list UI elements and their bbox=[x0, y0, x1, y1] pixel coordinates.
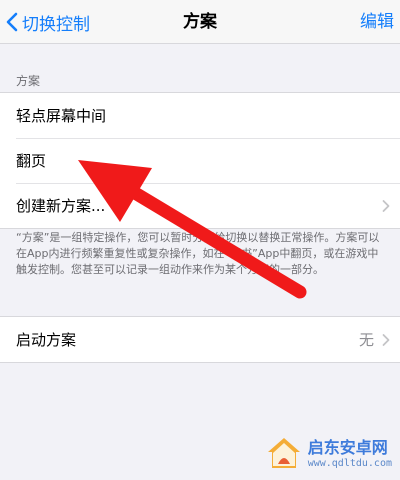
navigation-bar: 切换控制 方案 编辑 bbox=[0, 0, 400, 44]
recipes-footnote: “方案”是一组特定操作，您可以暂时分配给切换以替换正常操作。方案可以在App内进… bbox=[16, 231, 380, 276]
watermark: 启东安卓网 www.qdltdu.com bbox=[264, 434, 392, 474]
chevron-right-icon bbox=[382, 199, 390, 212]
launch-recipe-item[interactable]: 启动方案 无 bbox=[0, 317, 400, 362]
launch-recipe-group: 启动方案 无 bbox=[0, 316, 400, 363]
recipe-item-label: 创建新方案... bbox=[16, 197, 106, 215]
create-new-recipe-item[interactable]: 创建新方案... bbox=[0, 183, 400, 228]
edit-button[interactable]: 编辑 bbox=[360, 0, 394, 44]
recipes-list: 轻点屏幕中间 翻页 创建新方案... bbox=[0, 92, 400, 229]
chevron-left-icon bbox=[6, 12, 18, 32]
watermark-url: www.qdltdu.com bbox=[307, 458, 392, 469]
launch-recipe-label: 启动方案 bbox=[16, 331, 77, 349]
screen: 切换控制 方案 编辑 方案 轻点屏幕中间 翻页 创建新方案... “方案”是一组… bbox=[0, 0, 400, 480]
house-logo-icon bbox=[267, 438, 300, 468]
watermark-text: 启东安卓网 www.qdltdu.com bbox=[308, 438, 392, 470]
back-button-label: 切换控制 bbox=[22, 14, 90, 35]
recipe-item-label: 轻点屏幕中间 bbox=[16, 107, 107, 125]
section-header-recipes: 方案 bbox=[16, 74, 41, 88]
recipe-item-tap-middle[interactable]: 轻点屏幕中间 bbox=[0, 93, 400, 138]
chevron-right-icon bbox=[382, 333, 390, 346]
back-button[interactable]: 切换控制 bbox=[6, 0, 90, 44]
watermark-title: 启东安卓网 bbox=[307, 438, 388, 457]
recipe-item-turn-pages[interactable]: 翻页 bbox=[0, 138, 400, 183]
recipe-item-label: 翻页 bbox=[16, 152, 47, 170]
launch-recipe-value: 无 bbox=[358, 331, 374, 349]
